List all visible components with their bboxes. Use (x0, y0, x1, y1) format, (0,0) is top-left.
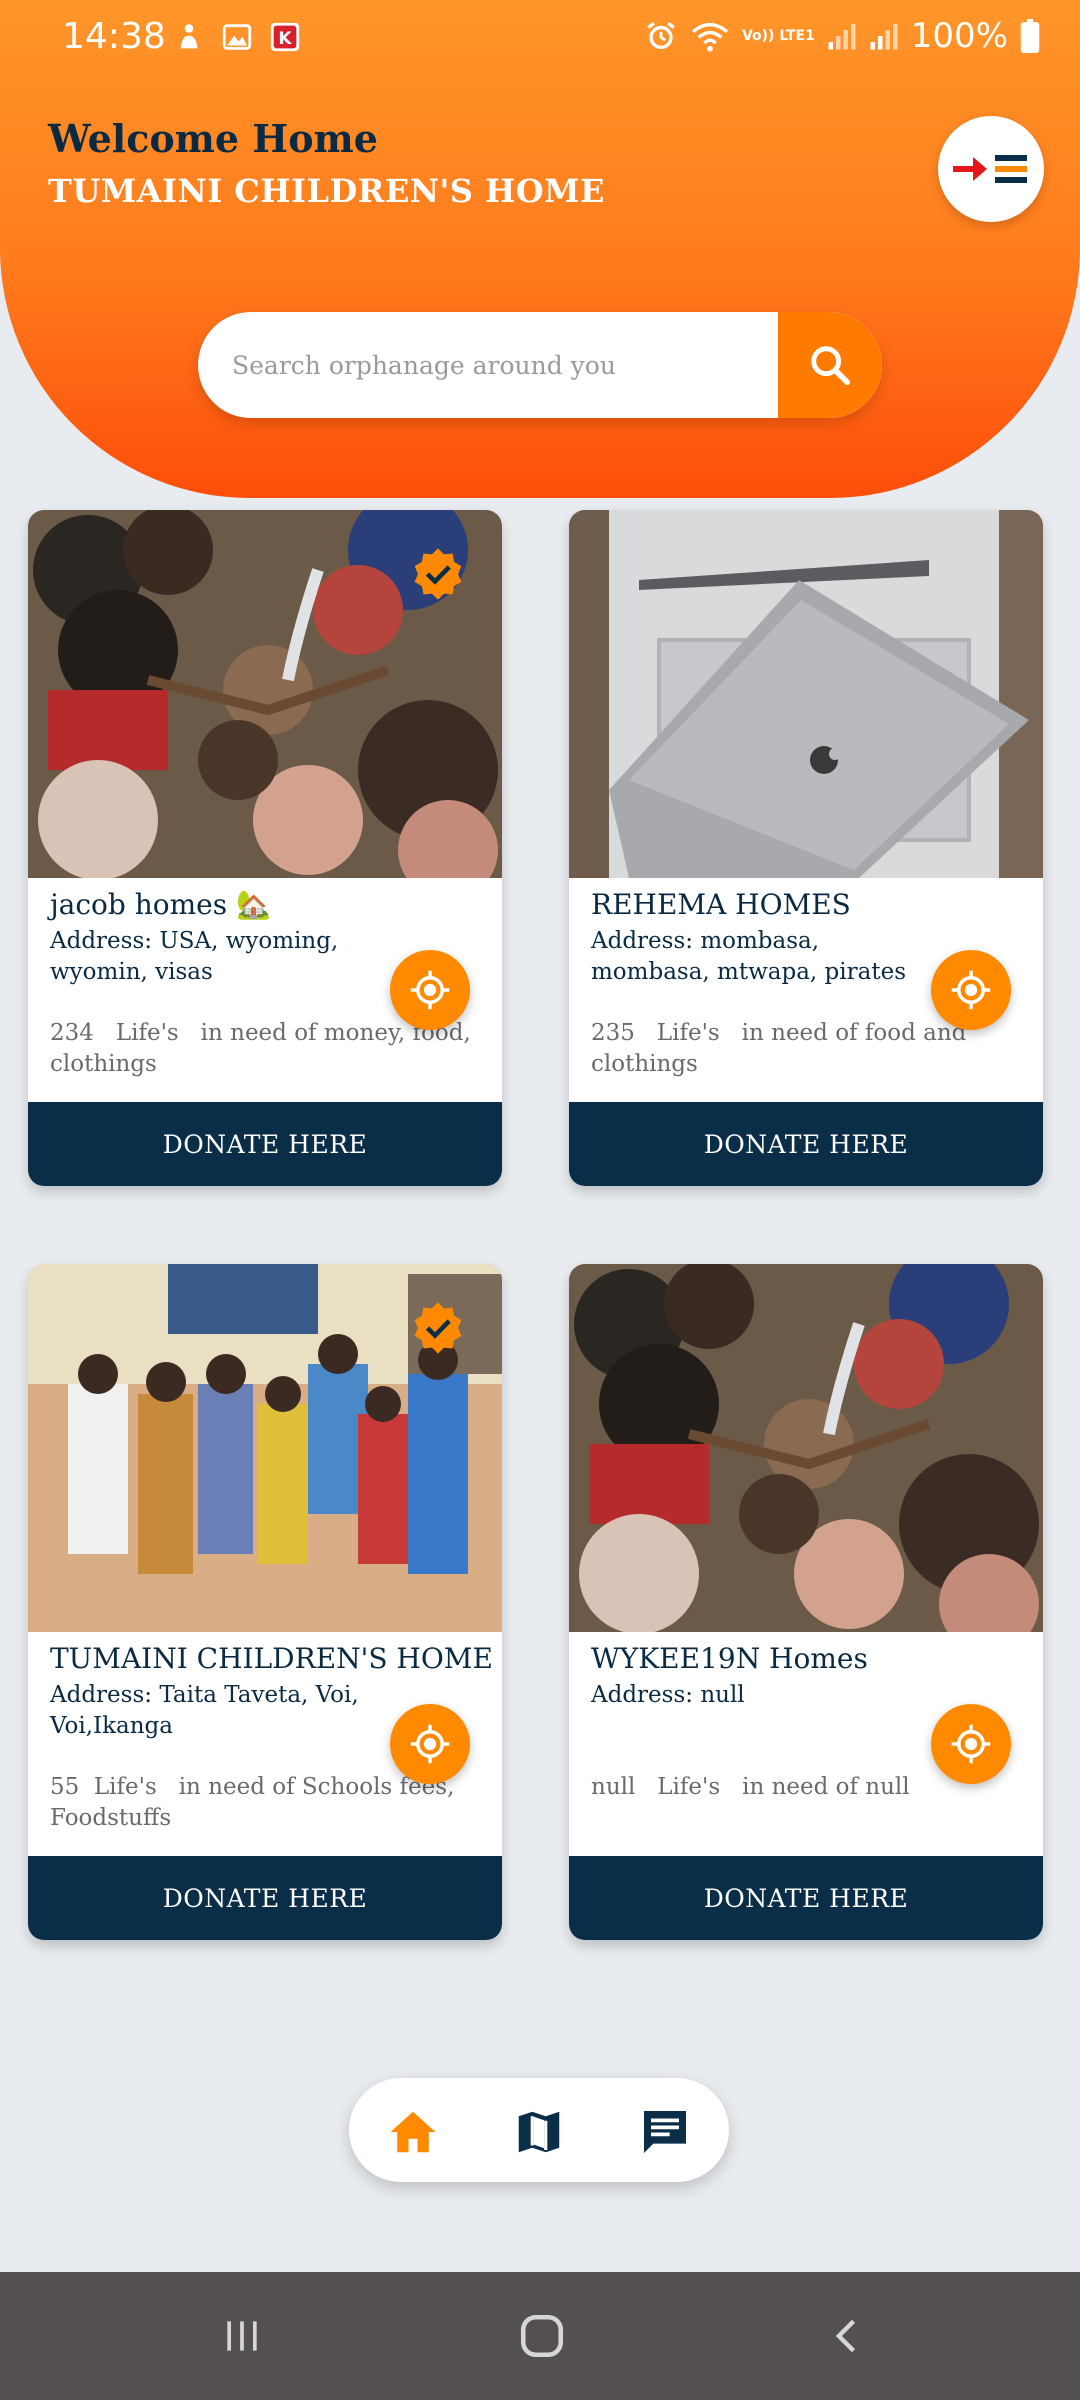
target-location-icon (410, 1724, 450, 1764)
home-icon (390, 2111, 436, 2153)
location-button[interactable] (931, 950, 1011, 1030)
recent-apps-button[interactable] (212, 2308, 272, 2364)
map-icon (518, 2111, 560, 2153)
org-name: TUMAINI CHILDREN'S HOME (48, 172, 605, 210)
card-title: jacob homes 🏡 (50, 888, 271, 921)
donate-button[interactable]: DONATE HERE (569, 1102, 1043, 1186)
orphanage-card[interactable]: REHEMA HOMES Address: mombasa, mombasa, … (569, 510, 1043, 1186)
target-location-icon (410, 970, 450, 1010)
status-right: Vo)) LTE1 100% (644, 16, 1040, 56)
search-icon (811, 346, 851, 386)
card-title: TUMAINI CHILDREN'S HOME (50, 1642, 493, 1675)
alarm-icon (647, 21, 675, 50)
signal-icon (828, 24, 856, 50)
system-nav-bar (0, 2272, 1080, 2400)
search-button[interactable] (778, 312, 882, 418)
card-address: Address: null (591, 1682, 745, 1708)
nav-home[interactable] (383, 2102, 443, 2162)
home-circle-icon (520, 2314, 564, 2358)
home-system-button[interactable] (512, 2308, 572, 2364)
search-bar (198, 312, 882, 418)
battery-level: 100% (910, 16, 1008, 56)
orphanage-card[interactable]: TUMAINI CHILDREN'S HOME Address: Taita T… (28, 1264, 502, 1940)
status-bar: 14:38 K Vo)) LTE1 100% (0, 0, 1080, 80)
orphanage-card[interactable]: WYKEE19N Homes Address: null null Life's… (569, 1264, 1043, 1940)
location-button[interactable] (931, 1704, 1011, 1784)
orphanage-card[interactable]: jacob homes 🏡 Address: USA, wyoming, wyo… (28, 510, 502, 1186)
nav-map[interactable] (509, 2102, 569, 2162)
verified-badge-icon (414, 1302, 462, 1354)
donate-button[interactable]: DONATE HERE (28, 1856, 502, 1940)
back-chevron-icon (835, 2319, 856, 2353)
donate-button[interactable]: DONATE HERE (569, 1856, 1043, 1940)
gallery-icon (222, 24, 252, 50)
status-time: 14:38 (62, 16, 166, 57)
target-location-icon (951, 1724, 991, 1764)
app-k-icon: K (270, 22, 300, 52)
orphanage-photo (569, 510, 1043, 878)
notification-person-icon (180, 24, 198, 49)
logout-button[interactable] (938, 116, 1044, 222)
notification-icons: K (172, 20, 302, 54)
signal-icon-2 (870, 24, 898, 50)
verified-badge-icon (414, 548, 462, 600)
card-address: Address: mombasa, mombasa, mtwapa, pirat… (591, 928, 906, 985)
location-button[interactable] (390, 1704, 470, 1784)
back-button[interactable] (818, 2308, 878, 2364)
card-title: WYKEE19N Homes (591, 1642, 868, 1675)
welcome-heading: Welcome Home (48, 116, 378, 161)
nav-chat[interactable] (635, 2102, 695, 2162)
card-address: Address: Taita Taveta, Voi, Voi,Ikanga (50, 1682, 359, 1739)
battery-icon (1020, 19, 1040, 53)
target-location-icon (951, 970, 991, 1010)
search-input[interactable] (198, 312, 778, 418)
network-type: Vo)) LTE1 (741, 28, 815, 44)
logout-arrow-icon (953, 155, 1027, 183)
svg-text:K: K (278, 29, 292, 49)
donate-button[interactable]: DONATE HERE (28, 1102, 502, 1186)
chat-icon (644, 2111, 686, 2153)
location-button[interactable] (390, 950, 470, 1030)
orphanage-photo (569, 1264, 1043, 1632)
wifi-icon (691, 22, 729, 52)
bottom-nav (349, 2078, 729, 2182)
recent-apps-icon (227, 2321, 257, 2351)
card-title: REHEMA HOMES (591, 888, 851, 921)
card-address: Address: USA, wyoming, wyomin, visas (50, 928, 339, 985)
